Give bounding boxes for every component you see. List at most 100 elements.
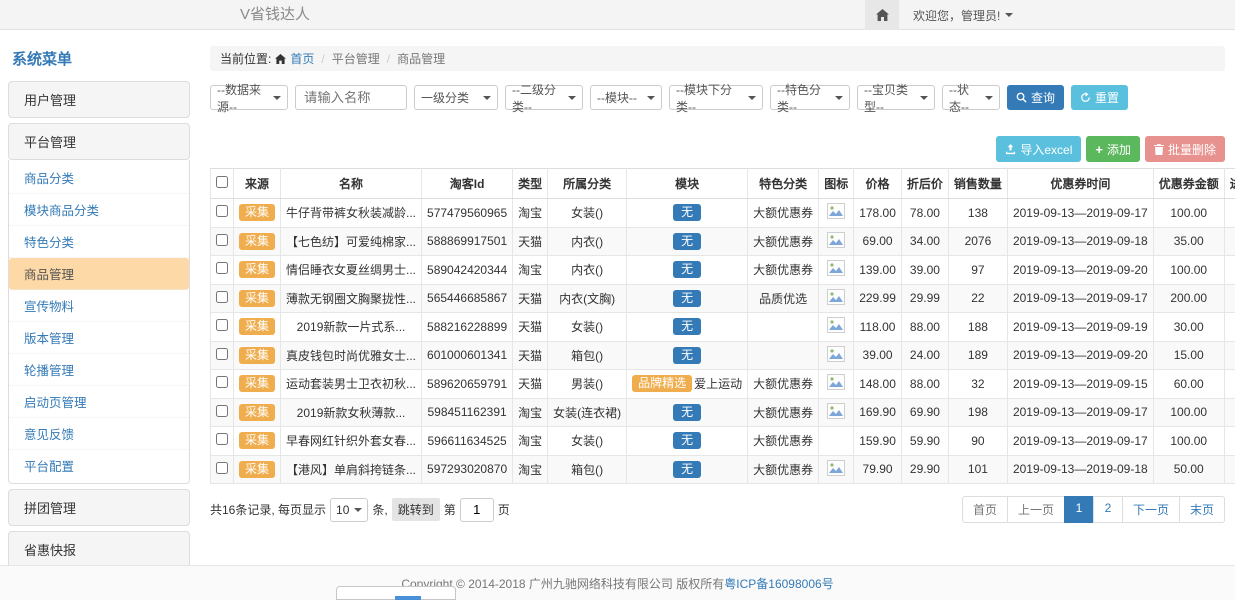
filter-select-module-subcategory[interactable]: --模块下分类-- — [669, 85, 763, 110]
filter-select-level1-category[interactable]: 一级分类 — [414, 85, 498, 110]
page-button-2[interactable]: 2 — [1093, 496, 1123, 523]
price: 169.90 — [854, 398, 902, 427]
taoke-id: 588216228899 — [422, 313, 513, 342]
module-badge[interactable]: 无 — [673, 204, 701, 221]
column-header-1: 名称 — [281, 169, 422, 199]
row-checkbox[interactable] — [216, 319, 228, 331]
page-button-下一页[interactable]: 下一页 — [1122, 496, 1180, 523]
featured-category: 大额优惠券 — [748, 227, 819, 256]
filter-select-level2-category[interactable]: --二级分类-- — [505, 85, 583, 110]
coupon-amount: 50.00 — [1153, 455, 1224, 484]
source-badge: 采集 — [239, 261, 275, 278]
module-text: 爱上运动 — [694, 375, 742, 392]
filter-select-label: 一级分类 — [421, 89, 469, 106]
product-category: 箱包() — [548, 455, 627, 484]
chevron-down-icon — [568, 96, 576, 100]
filter-select-data-source[interactable]: --数据来源-- — [210, 85, 288, 110]
sidebar-item-feedback[interactable]: 意见反馈 — [9, 418, 189, 450]
page-button-1[interactable]: 1 — [1064, 496, 1094, 523]
sidebar-item-product-category[interactable]: 商品分类 — [9, 162, 189, 194]
chevron-down-icon — [1005, 13, 1013, 17]
add-button[interactable]: + 添加 — [1086, 136, 1140, 162]
taoke-id: 577479560965 — [422, 199, 513, 228]
sidebar-item-express-news[interactable]: 省惠快报 — [8, 531, 190, 565]
filter-select-status[interactable]: --状态-- — [942, 85, 1000, 110]
sidebar-item-promo-materials[interactable]: 宣传物料 — [9, 290, 189, 322]
filter-select-item-type[interactable]: --宝贝类型-- — [857, 85, 935, 110]
product-type: 淘宝 — [513, 398, 548, 427]
reset-button[interactable]: 重置 — [1071, 85, 1128, 110]
row-checkbox[interactable] — [216, 205, 228, 217]
module-badge[interactable]: 无 — [673, 233, 701, 250]
sidebar-item-platform-config[interactable]: 平台配置 — [9, 450, 189, 481]
filter-select-featured-category[interactable]: --特色分类-- — [770, 85, 850, 110]
row-checkbox[interactable] — [216, 234, 228, 246]
filter-select-module[interactable]: --模块-- — [590, 85, 662, 110]
module-badge[interactable]: 无 — [673, 261, 701, 278]
user-menu[interactable]: 欢迎您，管理员! — [899, 0, 1013, 30]
row-checkbox[interactable] — [216, 462, 228, 474]
page-button-末页[interactable]: 末页 — [1179, 496, 1225, 523]
row-checkbox[interactable] — [216, 348, 228, 360]
filter-select-label: --模块-- — [597, 89, 637, 106]
sidebar-item-module-product-category[interactable]: 模块商品分类 — [9, 194, 189, 226]
module-badge[interactable]: 无 — [673, 461, 701, 478]
icp-link[interactable]: 粤ICP备16098006号 — [724, 575, 833, 592]
row-checkbox[interactable] — [216, 262, 228, 274]
filter-select-label: --宝贝类型-- — [864, 81, 916, 115]
product-icon — [827, 260, 845, 276]
price: 159.90 — [854, 427, 902, 456]
table-row: 采集薄款无钢圈文胸聚拢性...565446685867天猫内衣(文胸)无品质优选… — [211, 284, 1235, 313]
jump-button[interactable]: 跳转到 — [392, 498, 440, 521]
sidebar-item-platform-management[interactable]: 平台管理 — [8, 123, 190, 160]
module-badge[interactable]: 品牌精选 — [632, 375, 692, 392]
sidebar-item-version-management[interactable]: 版本管理 — [9, 322, 189, 354]
chevron-down-icon — [354, 508, 362, 512]
row-checkbox[interactable] — [216, 405, 228, 417]
batch-delete-button[interactable]: 批量删除 — [1145, 136, 1225, 162]
page-size-select[interactable]: 10 — [330, 498, 368, 522]
row-checkbox[interactable] — [216, 433, 228, 445]
filter-select-label: --数据来源-- — [217, 81, 269, 115]
import-excel-button[interactable]: 导入excel — [996, 136, 1081, 162]
module-cell: 无 — [632, 318, 742, 335]
coupon-time: 2019-09-13—2019-09-19 — [1007, 313, 1153, 342]
sidebar-item-splash-page-management[interactable]: 启动页管理 — [9, 386, 189, 418]
sidebar-item-product-management[interactable]: 商品管理 — [9, 258, 189, 290]
column-header-4: 所属分类 — [548, 169, 627, 199]
module-badge[interactable]: 无 — [673, 404, 701, 421]
filter-input-name[interactable] — [295, 85, 407, 110]
coupon-time: 2019-09-13—2019-09-20 — [1007, 341, 1153, 370]
chevron-down-icon — [835, 96, 843, 100]
product-type: 天猫 — [513, 284, 548, 313]
module-badge[interactable]: 无 — [673, 347, 701, 364]
sidebar-item-featured-category[interactable]: 特色分类 — [9, 226, 189, 258]
page-number-input[interactable] — [460, 498, 494, 522]
search-button[interactable]: 查询 — [1007, 85, 1064, 110]
breadcrumb-home-link[interactable]: 首页 — [290, 50, 314, 67]
coupon-time: 2019-09-13—2019-09-17 — [1007, 398, 1153, 427]
product-type: 淘宝 — [513, 427, 548, 456]
product-name: 早春网红针织外套女春... — [281, 427, 422, 456]
row-checkbox[interactable] — [216, 376, 228, 388]
coupon-amount: 100.00 — [1153, 427, 1224, 456]
source-badge: 采集 — [239, 375, 275, 392]
coupon-amount: 35.00 — [1153, 227, 1224, 256]
sidebar-item-user-management[interactable]: 用户管理 — [8, 81, 190, 118]
source-badge: 采集 — [239, 233, 275, 250]
coupon-amount: 60.00 — [1153, 370, 1224, 399]
coupon-time: 2019-09-13—2019-09-20 — [1007, 256, 1153, 285]
page-button-上一页: 上一页 — [1007, 496, 1065, 523]
module-badge[interactable]: 无 — [673, 318, 701, 335]
home-button[interactable] — [865, 0, 899, 30]
sidebar-item-group-buy-management[interactable]: 拼团管理 — [8, 489, 190, 526]
module-badge[interactable]: 无 — [673, 432, 701, 449]
row-checkbox[interactable] — [216, 291, 228, 303]
coupon-time: 2019-09-13—2019-09-18 — [1007, 455, 1153, 484]
select-all-checkbox[interactable] — [216, 176, 228, 188]
module-cell: 无 — [632, 204, 742, 221]
discount-price: 88.00 — [901, 370, 948, 399]
module-badge[interactable]: 无 — [673, 290, 701, 307]
sidebar-item-carousel-management[interactable]: 轮播管理 — [9, 354, 189, 386]
discount-price: 69.90 — [901, 398, 948, 427]
